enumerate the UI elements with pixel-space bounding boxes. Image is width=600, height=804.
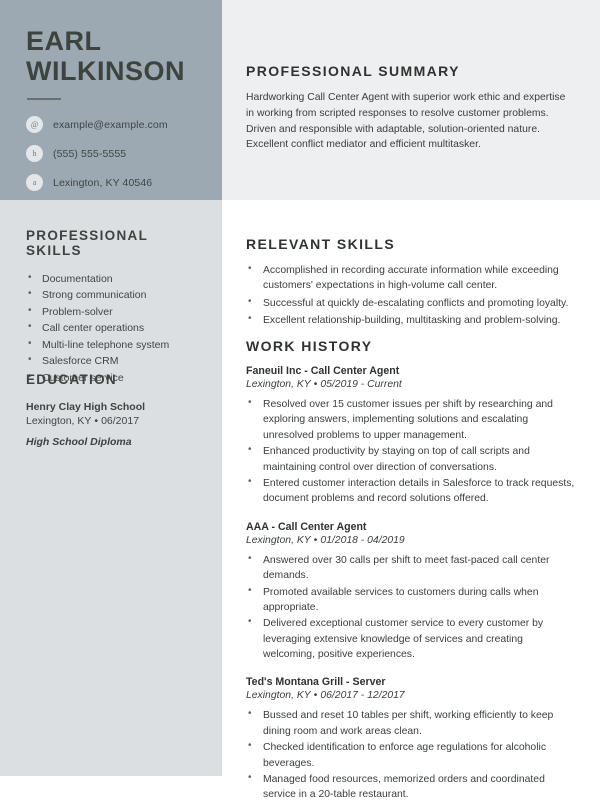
job-entry: Ted's Montana Grill - Server Lexington, … [246, 676, 576, 802]
job-meta: Lexington, KY • 05/2019 - Current [246, 379, 576, 390]
list-item: Salesforce CRM [26, 353, 202, 369]
home-phone-icon: h [26, 145, 43, 163]
sidebar: EARL WILKINSON @ example@example.com h (… [0, 0, 222, 776]
contact-address-text: Lexington, KY 40546 [53, 176, 153, 189]
professional-summary-text: Hardworking Call Center Agent with super… [246, 92, 566, 151]
contact-email-text: example@example.com [53, 118, 168, 131]
job-entry: Faneuil Inc - Call Center Agent Lexingto… [246, 365, 576, 507]
section-professional-skills: PROFESSIONAL SKILLS Documentation Strong… [0, 228, 222, 387]
list-item: Promoted available services to customers… [246, 584, 576, 616]
work-history-heading: WORK HISTORY [246, 338, 373, 354]
contact-item-address: a Lexington, KY 40546 [26, 174, 202, 192]
list-item: Successful at quickly de-escalating conf… [246, 295, 576, 311]
resume-page: EARL WILKINSON @ example@example.com h (… [0, 0, 600, 800]
list-item: Call center operations [26, 320, 202, 336]
list-item: Entered customer interaction details in … [246, 475, 576, 507]
list-item: Strong communication [26, 287, 202, 303]
education-location: Lexington, KY [26, 415, 92, 427]
list-item: Delivered exceptional customer service t… [246, 615, 576, 662]
candidate-name: EARL WILKINSON [26, 26, 202, 86]
job-dates: 06/2017 - 12/2017 [320, 690, 405, 702]
job-title: AAA - Call Center Agent [246, 520, 367, 533]
relevant-skills-heading: RELEVANT SKILLS [246, 236, 396, 252]
job-dates: 05/2019 - Current [320, 379, 402, 390]
education-date: 06/2017 [101, 415, 140, 427]
job-separator: • [313, 534, 318, 546]
name-header-block: EARL WILKINSON @ example@example.com h (… [0, 0, 222, 200]
job-dates: 01/2018 - 04/2019 [320, 534, 405, 546]
list-item: Accomplished in recording accurate infor… [246, 262, 576, 294]
section-professional-summary: PROFESSIONAL SUMMARY Hardworking Call Ce… [222, 63, 600, 153]
name-divider [27, 98, 61, 101]
education-meta: Lexington, KY • 06/2017 [26, 415, 202, 427]
professional-summary-heading: PROFESSIONAL SUMMARY [246, 63, 460, 79]
list-item: Answered over 30 calls per shift to meet… [246, 552, 576, 584]
contact-item-email: @ example@example.com [26, 116, 202, 134]
job-meta: Lexington, KY • 06/2017 - 12/2017 [246, 690, 576, 701]
contact-item-phone: h (555) 555-5555 [26, 145, 202, 163]
list-item: Documentation [26, 271, 202, 287]
job-separator: • [313, 690, 318, 702]
section-relevant-skills: RELEVANT SKILLS Accomplished in recordin… [222, 236, 600, 331]
first-name: EARL [26, 26, 102, 56]
contact-list: @ example@example.com h (555) 555-5555 a… [26, 116, 202, 192]
list-item: Enhanced productivity by staying on top … [246, 443, 576, 475]
list-item: Resolved over 15 customer issues per shi… [246, 396, 576, 443]
professional-skills-list: Documentation Strong communication Probl… [26, 271, 202, 386]
relevant-skills-list: Accomplished in recording accurate infor… [246, 262, 576, 329]
education-degree: High School Diploma [26, 436, 132, 448]
professional-skills-heading: PROFESSIONAL SKILLS [26, 228, 148, 258]
list-item: Multi-line telephone system [26, 337, 202, 353]
email-icon: @ [26, 116, 43, 134]
education-heading: EDUCATION [26, 372, 117, 387]
job-bullets: Bussed and reset 10 tables per shift, wo… [246, 707, 576, 803]
address-icon: a [26, 174, 43, 192]
section-work-history: WORK HISTORY Faneuil Inc - Call Center A… [222, 338, 600, 804]
education-separator: • [94, 415, 99, 427]
job-bullets: Resolved over 15 customer issues per shi… [246, 396, 576, 507]
list-item: Problem-solver [26, 304, 202, 320]
job-meta: Lexington, KY • 01/2018 - 04/2019 [246, 535, 576, 546]
contact-phone-text: (555) 555-5555 [53, 147, 127, 160]
job-location: Lexington, KY [246, 534, 311, 546]
main-content: PROFESSIONAL SUMMARY Hardworking Call Ce… [222, 0, 600, 800]
job-bullets: Answered over 30 calls per shift to meet… [246, 552, 576, 663]
list-item: Excellent relationship-building, multita… [246, 312, 576, 328]
list-item: Managed food resources, memorized orders… [246, 771, 576, 803]
section-education: EDUCATION Henry Clay High School Lexingt… [0, 372, 222, 448]
last-name: WILKINSON [26, 56, 185, 87]
job-location: Lexington, KY [246, 690, 311, 702]
job-separator: • [313, 379, 318, 390]
job-title: Ted's Montana Grill - Server [246, 676, 386, 689]
list-item: Bussed and reset 10 tables per shift, wo… [246, 707, 576, 739]
list-item: Checked identification to enforce age re… [246, 739, 576, 771]
job-location: Lexington, KY [246, 379, 311, 390]
education-school: Henry Clay High School [26, 401, 146, 413]
job-entry: AAA - Call Center Agent Lexington, KY • 01… [246, 521, 576, 663]
job-title: Faneuil Inc - Call Center Agent [246, 365, 400, 377]
